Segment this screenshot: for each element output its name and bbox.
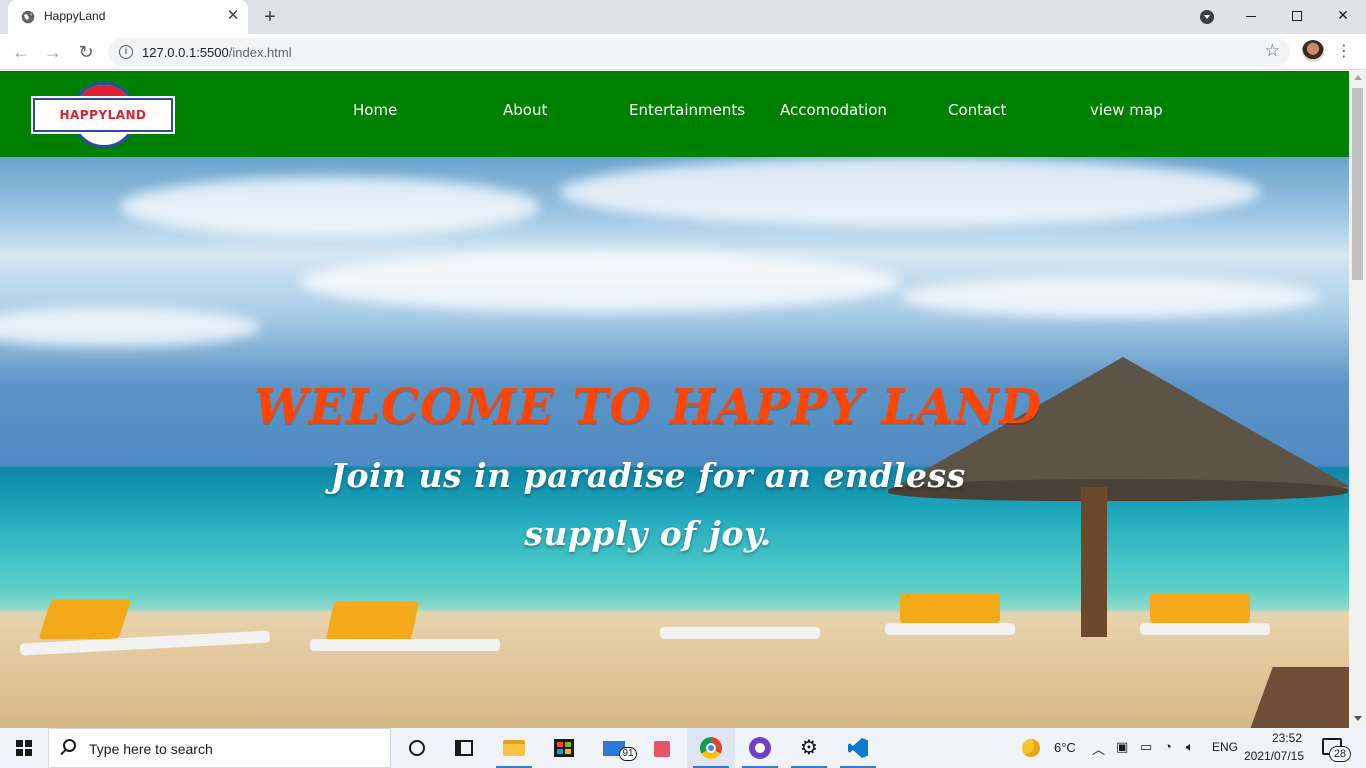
cloud (300, 252, 900, 312)
store-icon (554, 739, 574, 757)
logo-text: HAPPYLAND (59, 108, 147, 122)
reload-icon[interactable]: ↻ (74, 40, 98, 64)
task-view-icon (455, 740, 473, 756)
cloud (900, 277, 1320, 317)
windows-logo-icon (16, 740, 32, 756)
boardwalk (1247, 667, 1349, 728)
screen: HappyLand ✕ + ✕ ← → ↻ i 127.0.0.1:5500/i… (0, 0, 1366, 768)
nav-home[interactable]: Home (353, 101, 397, 119)
lounge-chair-frame (660, 627, 820, 639)
hero-title: WELCOME TO HAPPY LAND (253, 379, 1043, 435)
cortana-icon (409, 740, 425, 756)
clock-time[interactable]: 23:52 (1262, 731, 1312, 745)
scroll-down-icon[interactable] (1354, 716, 1362, 721)
lounge-chair (900, 593, 1000, 623)
wifi-icon[interactable]: ◔ (1164, 739, 1172, 754)
profile-avatar[interactable] (1302, 40, 1324, 62)
star-icon[interactable]: ☆ (1265, 41, 1280, 61)
github-icon (749, 737, 771, 759)
hero-subtitle: Join us in paradise for an endless suppl… (330, 456, 966, 553)
url-path: /index.html (228, 45, 292, 60)
lounge-chair (325, 601, 420, 641)
clock-date[interactable]: 2021/07/15 (1234, 749, 1314, 763)
minimize-button[interactable] (1228, 0, 1274, 30)
new-tab-icon[interactable]: + (258, 5, 282, 29)
scroll-up-icon[interactable] (1354, 75, 1362, 80)
device-icon[interactable]: ▣ (1116, 739, 1128, 755)
weather-temperature[interactable]: 6°C (1054, 740, 1076, 755)
nav-entertainments[interactable]: Entertainments (629, 101, 745, 119)
url-host: 127.0.0.1:5500 (142, 45, 229, 60)
page-scrollbar[interactable] (1349, 71, 1366, 728)
hero-section: WELCOME TO HAPPY LAND Join us in paradis… (0, 157, 1349, 728)
search-icon (63, 739, 76, 752)
browser-toolbar: ← → ↻ i 127.0.0.1:5500/index.html ☆ (0, 34, 1366, 70)
mail-badge: 91 (619, 747, 637, 761)
taskbar-search-box[interactable]: Type here to search (48, 728, 391, 768)
nav-about[interactable]: About (503, 101, 547, 119)
lounge-chair (38, 599, 132, 639)
tab-search-icon[interactable] (1200, 10, 1214, 24)
gift-icon (654, 741, 670, 757)
search-placeholder: Type here to search (89, 741, 213, 757)
weather-icon[interactable] (1022, 739, 1040, 757)
settings-button[interactable]: ⚙ (785, 728, 833, 768)
chrome-button[interactable] (687, 728, 735, 768)
notification-badge: 28 (1329, 746, 1351, 762)
folder-icon (503, 740, 525, 756)
vscode-icon (848, 738, 868, 758)
store-button[interactable] (540, 728, 588, 768)
cloud (0, 307, 260, 347)
maximize-button[interactable] (1274, 0, 1320, 30)
close-window-button[interactable]: ✕ (1320, 0, 1366, 30)
lounge-chair-frame (1140, 623, 1270, 635)
lounge-chair-frame (310, 639, 500, 651)
volume-icon[interactable]: 🔈︎ (1186, 739, 1194, 755)
globe-icon (21, 10, 35, 24)
url-text[interactable]: 127.0.0.1:5500/index.html (142, 45, 292, 60)
nav-contact[interactable]: Contact (948, 101, 1006, 119)
cloud (120, 177, 540, 237)
start-button[interactable] (0, 728, 48, 768)
umbrella-pole (1081, 487, 1107, 637)
lounge-chair (1150, 593, 1250, 623)
mail-button[interactable]: 91 (590, 728, 638, 768)
windows-taskbar: Type here to search 91 ⚙ 6°C ︿ ▣ ▭ ◔ 🔈︎ … (0, 728, 1366, 768)
arrow-right-icon[interactable]: → (41, 40, 65, 64)
browser-tab[interactable]: HappyLand ✕ (8, 0, 248, 34)
file-explorer-button[interactable] (490, 728, 538, 768)
page-viewport: HAPPYLAND Home About Entertainments Acco… (0, 71, 1366, 728)
chevron-up-icon[interactable]: ︿ (1092, 739, 1105, 758)
arrow-left-icon[interactable]: ← (9, 40, 33, 64)
vscode-button[interactable] (834, 728, 882, 768)
chrome-icon (700, 737, 722, 759)
cortana-button[interactable] (392, 728, 440, 768)
nav-accomodation[interactable]: Accomodation (780, 101, 887, 119)
gear-icon: ⚙ (800, 737, 818, 759)
site-navbar: HAPPYLAND Home About Entertainments Acco… (0, 71, 1349, 157)
lounge-chair-frame (885, 623, 1015, 635)
task-view-button[interactable] (440, 728, 488, 768)
address-bar[interactable]: i 127.0.0.1:5500/index.html ☆ (108, 38, 1290, 66)
info-icon[interactable]: i (119, 45, 133, 59)
gift-app-button[interactable] (638, 728, 686, 768)
close-tab-icon[interactable]: ✕ (224, 7, 242, 25)
kebab-icon[interactable]: ⋮ (1334, 40, 1354, 64)
scroll-thumb[interactable] (1352, 88, 1363, 280)
browser-tab-bar: HappyLand ✕ + ✕ (0, 0, 1366, 34)
nav-view-map[interactable]: view map (1090, 101, 1163, 119)
logo-plate: HAPPYLAND (33, 98, 173, 132)
tab-title: HappyLand (44, 9, 106, 23)
site-logo[interactable]: HAPPYLAND (33, 82, 173, 148)
battery-icon[interactable]: ▭ (1140, 739, 1152, 755)
cloud (560, 157, 1260, 227)
github-desktop-button[interactable] (736, 728, 784, 768)
